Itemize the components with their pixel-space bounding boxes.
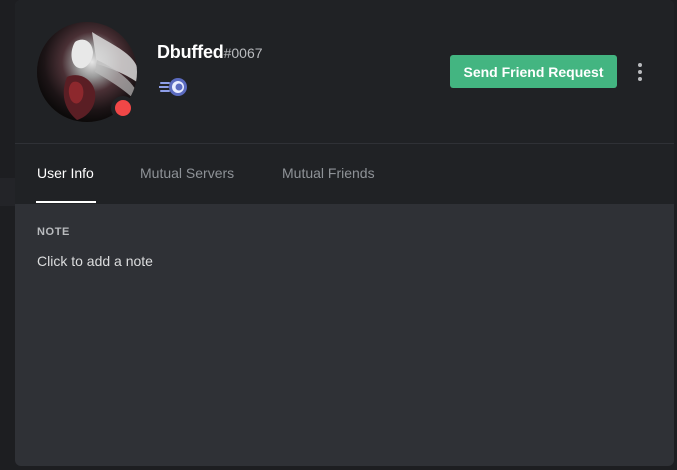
more-vertical-icon[interactable] <box>633 60 647 84</box>
note-label: NOTE <box>37 226 70 238</box>
background-panel-strip <box>0 178 16 206</box>
active-tab-indicator <box>36 201 96 203</box>
nitro-badge-icon[interactable] <box>159 76 189 98</box>
more-dot <box>638 70 642 74</box>
more-dot <box>638 77 642 81</box>
user-info-panel: NOTE <box>15 204 674 466</box>
dnd-status-dot <box>115 100 131 116</box>
status-indicator <box>111 96 135 120</box>
avatar-container[interactable] <box>37 22 137 122</box>
username-row: Dbuffed #0067 <box>157 42 263 63</box>
send-friend-request-button[interactable]: Send Friend Request <box>450 55 617 88</box>
tab-mutual-servers[interactable]: Mutual Servers <box>140 165 234 181</box>
note-input[interactable] <box>37 250 637 272</box>
tab-user-info[interactable]: User Info <box>37 165 94 181</box>
username: Dbuffed <box>157 42 224 62</box>
discriminator: #0067 <box>223 45 263 61</box>
profile-tabs: User Info Mutual Servers Mutual Friends <box>15 144 674 204</box>
tab-mutual-friends[interactable]: Mutual Friends <box>282 165 375 181</box>
more-dot <box>638 63 642 67</box>
profile-header: Dbuffed #0067 Send Friend Request User I… <box>15 0 674 204</box>
user-profile-modal: Dbuffed #0067 Send Friend Request User I… <box>15 0 674 466</box>
